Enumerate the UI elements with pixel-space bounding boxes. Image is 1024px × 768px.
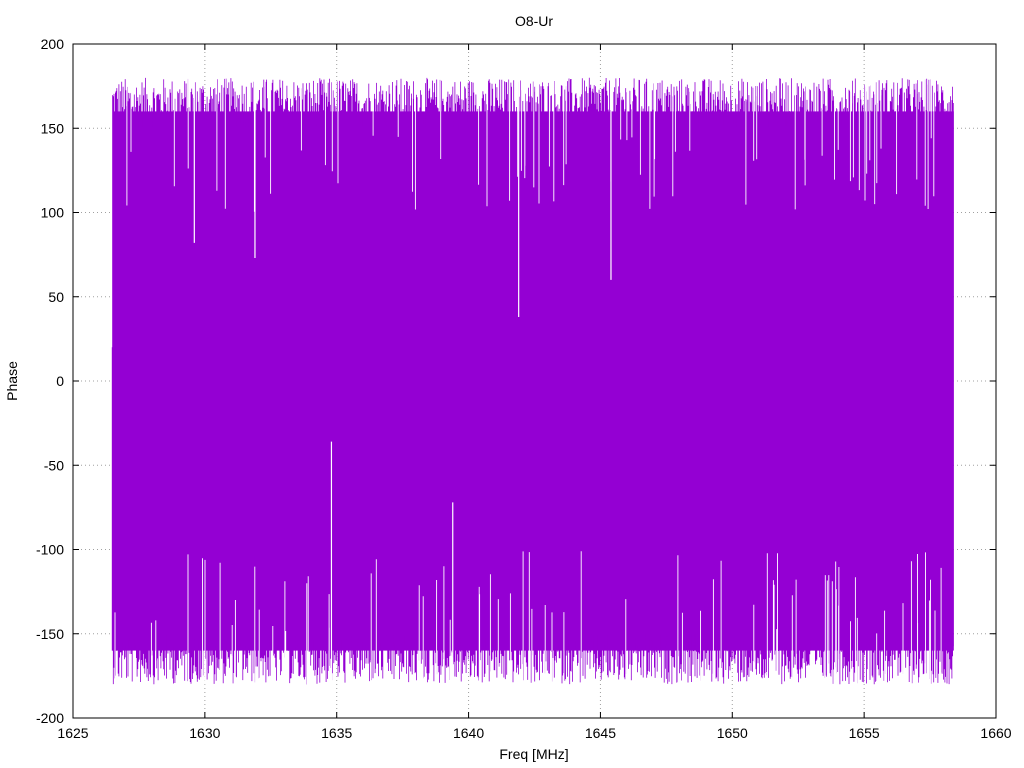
x-tick-label: 1625 bbox=[57, 725, 88, 741]
y-tick-label: -200 bbox=[36, 710, 64, 726]
phase-chart: 1625 1630 1635 1640 1645 1650 1655 1660 200 150 10… bbox=[0, 0, 1024, 768]
x-axis-title: Freq [MHz] bbox=[499, 746, 568, 762]
y-tick-label: 200 bbox=[41, 36, 65, 52]
x-tick-label: 1645 bbox=[585, 725, 616, 741]
y-tick-label: -150 bbox=[36, 626, 64, 642]
y-tick-label: -100 bbox=[36, 542, 64, 558]
x-tick-label: 1655 bbox=[849, 725, 880, 741]
y-tick-label: -50 bbox=[44, 457, 64, 473]
x-tick-label: 1660 bbox=[980, 725, 1011, 741]
x-tick-label: 1640 bbox=[453, 725, 484, 741]
y-axis-title: Phase bbox=[4, 361, 20, 401]
y-tick-label: 100 bbox=[41, 205, 65, 221]
y-tick-label: 0 bbox=[56, 373, 64, 389]
data-series bbox=[111, 77, 954, 685]
x-tick-label: 1650 bbox=[717, 725, 748, 741]
y-tick-label: 150 bbox=[41, 120, 65, 136]
y-tick-label: 50 bbox=[48, 289, 64, 305]
x-tick-label: 1630 bbox=[189, 725, 220, 741]
x-tick-label: 1635 bbox=[321, 725, 352, 741]
chart-title: O8-Ur bbox=[515, 13, 553, 29]
